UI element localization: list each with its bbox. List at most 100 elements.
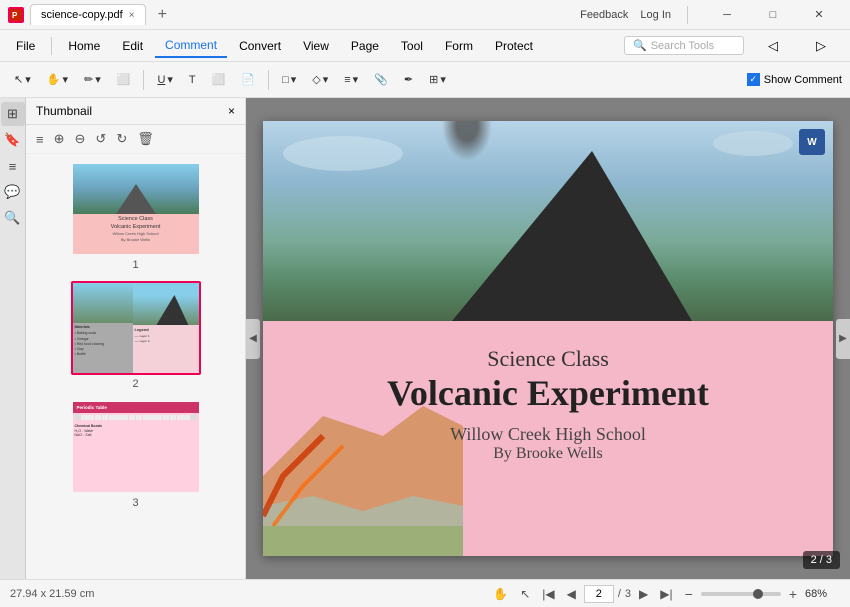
page1-number: 1 bbox=[132, 259, 138, 271]
login-link[interactable]: Log In bbox=[640, 9, 671, 21]
volcano-body bbox=[452, 151, 692, 321]
zoom-slider[interactable] bbox=[701, 592, 781, 596]
svg-text:P: P bbox=[12, 11, 18, 20]
close-tab-icon[interactable]: × bbox=[129, 10, 135, 21]
bookmark-icon[interactable]: 🔖 bbox=[1, 128, 25, 152]
toolbar-btn-2[interactable]: ✋ ▾ bbox=[41, 67, 74, 93]
toolbar-note-btn[interactable]: 📄 bbox=[235, 67, 261, 93]
thumbnail-title: Thumbnail bbox=[36, 104, 92, 118]
thumbnail-page-1[interactable]: Science ClassVolcanic Experiment Willow … bbox=[71, 162, 201, 271]
comment-panel-icon[interactable]: 💬 bbox=[1, 180, 25, 204]
nav-back-button[interactable]: ◁ bbox=[750, 31, 796, 61]
thumbnail-page-3[interactable]: Periodic Table bbox=[71, 400, 201, 509]
sidebar-toggle-icon[interactable]: ⊞ bbox=[1, 102, 25, 126]
page-number-input[interactable] bbox=[584, 585, 614, 603]
pdf-school-name: Willow Creek High School bbox=[450, 424, 646, 445]
show-comment-label: Show Comment bbox=[764, 74, 842, 86]
toolbar-text-btn[interactable]: T bbox=[183, 67, 202, 93]
menu-protect[interactable]: Protect bbox=[485, 35, 543, 57]
nav-forward-button[interactable]: ▷ bbox=[798, 31, 844, 61]
thumb-delete-icon[interactable]: 🗑 bbox=[135, 129, 156, 149]
menubar: File Home Edit Comment Convert View Page… bbox=[0, 30, 850, 62]
thumbnail-close-icon[interactable]: × bbox=[228, 104, 235, 118]
toolbar-group-btn[interactable]: ⊞ ▾ bbox=[423, 67, 452, 93]
close-button[interactable]: ✕ bbox=[796, 0, 842, 30]
thumb-rotate-cw-icon[interactable]: ↻ bbox=[114, 129, 129, 149]
stamp-icon: ◇ bbox=[312, 73, 320, 86]
word-icon: W bbox=[799, 129, 825, 155]
attach-icon: 📎 bbox=[374, 73, 388, 86]
maximize-button[interactable]: □ bbox=[750, 0, 796, 30]
collapse-left-button[interactable]: ◀ bbox=[246, 319, 260, 359]
thumb-zoom-in-icon[interactable]: ⊕ bbox=[52, 129, 67, 149]
pdf-subtitle-text: Science Class bbox=[487, 346, 609, 372]
toolbar-erase-btn[interactable]: ⬜ bbox=[111, 67, 137, 93]
menu-page[interactable]: Page bbox=[341, 35, 389, 57]
pen-icon: ✏ bbox=[84, 73, 93, 86]
menu-view[interactable]: View bbox=[293, 35, 339, 57]
thumb-rotate-ccw-icon[interactable]: ↺ bbox=[93, 129, 108, 149]
hand-tool-icon[interactable]: ✋ bbox=[489, 585, 512, 603]
school-label: Willow Creek High School bbox=[450, 424, 646, 444]
measure-icon: ≡ bbox=[344, 74, 350, 86]
dropdown-icon5: ▾ bbox=[291, 73, 297, 86]
menu-form[interactable]: Form bbox=[435, 35, 483, 57]
page3-preview: Periodic Table bbox=[73, 402, 199, 492]
thumb-list-icon[interactable]: ≡ bbox=[34, 130, 46, 149]
zoom-plus-button[interactable]: + bbox=[789, 586, 797, 602]
thumbnail-page-2[interactable]: Materials • Baking soda • Vinegar • Red … bbox=[71, 281, 201, 390]
show-comment-checkbox[interactable] bbox=[747, 73, 760, 86]
search-tools-box[interactable]: 🔍 Search Tools bbox=[624, 36, 744, 55]
menu-home[interactable]: Home bbox=[58, 35, 110, 57]
group-icon: ⊞ bbox=[429, 73, 438, 86]
thumb-zoom-out-icon[interactable]: ⊖ bbox=[73, 129, 88, 149]
menu-file[interactable]: File bbox=[6, 35, 45, 57]
titlebar-right: Feedback Log In ─ □ ✕ bbox=[580, 0, 842, 30]
search-tools-label: Search Tools bbox=[651, 40, 714, 52]
zoom-percentage: 68% bbox=[805, 588, 840, 600]
cursor-tool-icon[interactable]: ↖ bbox=[516, 585, 534, 603]
toolbar-callout-btn[interactable]: ⬜ bbox=[206, 67, 232, 93]
page-indicator: 2 / 3 bbox=[803, 551, 840, 569]
menu-edit[interactable]: Edit bbox=[112, 35, 153, 57]
thumbnail-panel: Thumbnail × ≡ ⊕ ⊖ ↺ ↻ 🗑 Science Cla bbox=[26, 98, 246, 579]
dropdown-icon7: ▾ bbox=[353, 73, 359, 86]
subtitle-label: Science Class bbox=[487, 346, 609, 371]
menu-convert[interactable]: Convert bbox=[229, 35, 291, 57]
toolbar-measure-btn[interactable]: ≡ ▾ bbox=[338, 67, 364, 93]
toolbar-sign-btn[interactable]: ✒ bbox=[398, 67, 419, 93]
side-nav: ⊞ 🔖 ≡ 💬 🔍 bbox=[0, 98, 26, 579]
menu-divider1 bbox=[51, 37, 52, 55]
prev-page-button[interactable]: ◀ bbox=[563, 585, 580, 603]
toolbar-btn-3[interactable]: ✏ ▾ bbox=[78, 67, 107, 93]
active-tab[interactable]: science-copy.pdf × bbox=[30, 4, 146, 25]
first-page-button[interactable]: |◀ bbox=[538, 585, 558, 603]
feedback-link[interactable]: Feedback bbox=[580, 9, 628, 21]
menu-comment[interactable]: Comment bbox=[155, 34, 227, 58]
layers-icon[interactable]: ≡ bbox=[1, 154, 25, 178]
nav-controls: ✋ ↖ |◀ ◀ / 3 ▶ ▶| bbox=[489, 585, 676, 603]
titlebar-left: P science-copy.pdf × + bbox=[8, 4, 580, 25]
toolbar-btn-1[interactable]: ↖ ▾ bbox=[8, 67, 37, 93]
page2-preview: Materials • Baking soda • Vinegar • Red … bbox=[73, 283, 199, 373]
zoom-thumb bbox=[753, 589, 763, 599]
toolbar-shape-btn[interactable]: □ ▾ bbox=[276, 67, 302, 93]
toolbar-stamp-btn[interactable]: ◇ ▾ bbox=[306, 67, 334, 93]
shape-icon: □ bbox=[282, 74, 289, 86]
page1-text-area: Science ClassVolcanic Experiment Willow … bbox=[73, 214, 199, 245]
collapse-right-button[interactable]: ▶ bbox=[836, 319, 850, 359]
toolbar-underline-btn[interactable]: U ▾ bbox=[151, 67, 178, 93]
page-indicator-text: 2 / 3 bbox=[811, 554, 832, 566]
next-page-button[interactable]: ▶ bbox=[635, 585, 652, 603]
text-icon: T bbox=[189, 74, 196, 86]
minimize-button[interactable]: ─ bbox=[704, 0, 750, 30]
menu-tool[interactable]: Tool bbox=[391, 35, 433, 57]
last-page-button[interactable]: ▶| bbox=[656, 585, 676, 603]
toolbar-attach-btn[interactable]: 📎 bbox=[368, 67, 394, 93]
show-comment-control: Show Comment bbox=[747, 73, 842, 86]
new-tab-button[interactable]: + bbox=[152, 6, 173, 24]
app-icon: P bbox=[8, 7, 24, 23]
zoom-minus-button[interactable]: − bbox=[685, 586, 693, 602]
search-panel-icon[interactable]: 🔍 bbox=[1, 206, 25, 230]
page-separator: / bbox=[618, 588, 621, 600]
